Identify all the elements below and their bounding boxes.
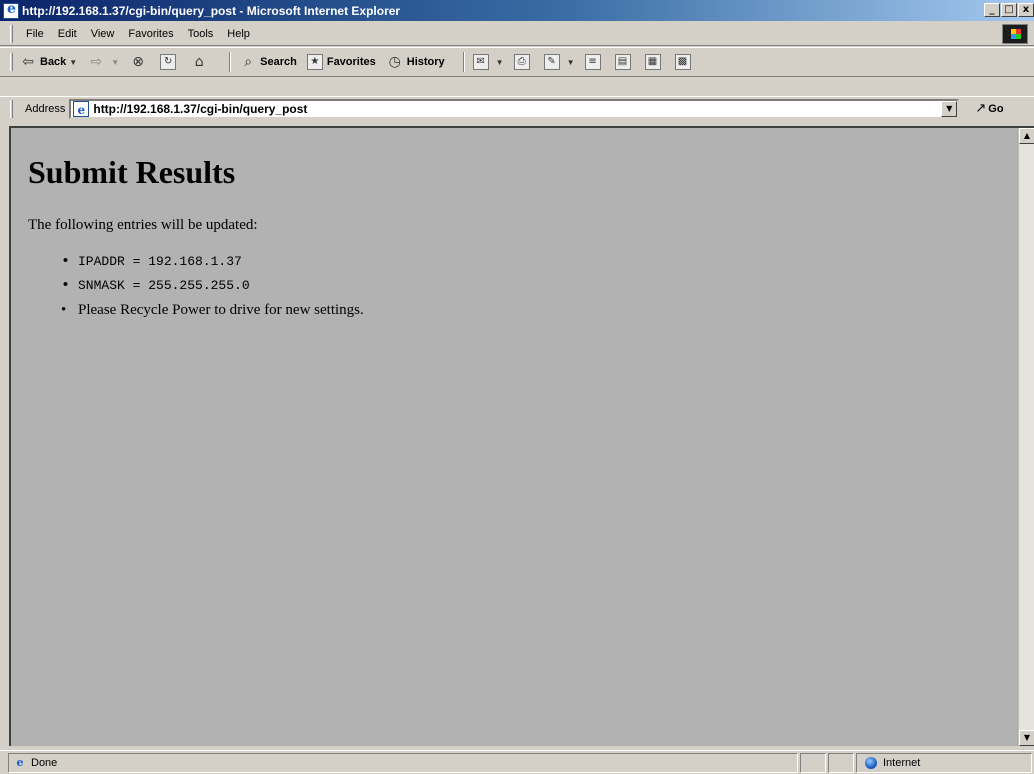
list-item-snmask: SNMASK = 255.255.255.0 (61, 274, 1017, 298)
page-heading: Submit Results (28, 154, 236, 190)
media-icon: ▩ (674, 54, 691, 70)
stop-icon: ⊗ (132, 54, 144, 70)
scroll-up-button[interactable]: ▲ (1019, 128, 1034, 144)
history-button[interactable]: ◷ History (386, 53, 445, 71)
go-label: Go (988, 102, 1004, 115)
window-controls: _ □ x (983, 3, 1034, 17)
media-button[interactable]: ▩ (674, 54, 695, 70)
toolbar-grip[interactable] (10, 53, 13, 71)
menu-view[interactable]: View (84, 26, 122, 42)
windows-logo-icon (1002, 24, 1028, 44)
back-label: Back (40, 56, 67, 68)
messenger-button[interactable]: ▦ (644, 54, 665, 70)
address-url[interactable]: http://192.168.1.37/cgi-bin/query_post (93, 102, 307, 116)
content-frame: Submit Results The following entries wil… (9, 126, 1034, 746)
menu-bar: File Edit View Favorites Tools Help (0, 22, 1034, 46)
status-main-pane: e Done (8, 752, 798, 773)
stop-button[interactable]: ⊗ (129, 53, 150, 71)
print-button[interactable]: ⎙ (513, 54, 534, 70)
address-grip[interactable] (10, 99, 13, 118)
menu-grip[interactable] (10, 24, 13, 43)
ie-page-icon: e (73, 100, 90, 117)
favorites-button[interactable]: ★ Favorites (306, 54, 376, 70)
back-arrow-icon: ⇦ (22, 54, 34, 70)
menu-help[interactable]: Help (220, 26, 257, 42)
refresh-button[interactable]: ↻ (160, 54, 180, 70)
menu-edit[interactable]: Edit (51, 26, 84, 42)
search-label: Search (260, 56, 297, 68)
search-icon: ⌕ (244, 54, 253, 70)
toolbar-separator (229, 52, 232, 72)
vertical-scrollbar[interactable]: ▲ ▼ (1018, 128, 1034, 746)
address-row: Address e http://192.168.1.37/cgi-bin/qu… (0, 96, 1034, 120)
history-icon: ◷ (388, 54, 401, 70)
research-button[interactable]: ▤ (614, 54, 635, 70)
favorites-label: Favorites (326, 56, 376, 68)
refresh-icon: ↻ (160, 54, 177, 70)
web-page: Submit Results The following entries wil… (11, 128, 1017, 746)
entries-list: IPADDR = 192.168.1.37 SNMASK = 255.255.2… (28, 250, 1017, 322)
discuss-button[interactable]: ≡ (584, 54, 605, 70)
forward-dropdown-icon[interactable]: ▼ (111, 58, 119, 67)
address-bar: Address e http://192.168.1.37/cgi-bin/qu… (0, 78, 1034, 126)
title-bar[interactable]: http://192.168.1.37/cgi-bin/query_post -… (0, 0, 1034, 22)
globe-icon (865, 756, 877, 769)
menu-tools[interactable]: Tools (181, 26, 221, 42)
mail-icon: ✉ (472, 54, 489, 70)
forward-arrow-icon: ⇨ (90, 54, 103, 70)
go-arrow-icon: ↗ (975, 101, 987, 116)
address-label: Address (25, 102, 66, 115)
history-label: History (406, 56, 445, 68)
edit-icon: ✎ (543, 54, 560, 70)
mail-dropdown-icon[interactable]: ▼ (496, 58, 504, 67)
status-zone-pane: Internet (856, 752, 1032, 773)
list-item-recycle-note: Please Recycle Power to drive for new se… (61, 298, 1017, 322)
maximize-button[interactable]: □ (1001, 3, 1017, 17)
home-button[interactable]: ⌂ (190, 53, 211, 71)
messenger-icon: ▦ (644, 54, 661, 70)
minimize-button[interactable]: _ (984, 3, 1000, 17)
status-progress-pane (800, 752, 826, 773)
zone-text: Internet (883, 756, 921, 769)
edit-dropdown-icon[interactable]: ▼ (567, 58, 575, 67)
favorites-icon: ★ (306, 54, 323, 70)
discuss-icon: ≡ (584, 54, 601, 70)
standard-toolbar: ⇦ Back ▼ ⇨ ▼ ⊗ ↻ ⌂ ⌕ Search ★ Favorites … (0, 47, 1034, 77)
back-dropdown-icon[interactable]: ▼ (69, 58, 77, 67)
menu-favorites[interactable]: Favorites (121, 26, 180, 42)
research-icon: ▤ (614, 54, 631, 70)
go-button[interactable]: ↗ Go (975, 101, 1003, 116)
list-item-ipaddr: IPADDR = 192.168.1.37 (61, 250, 1017, 274)
window-title: http://192.168.1.37/cgi-bin/query_post -… (22, 3, 401, 18)
back-button[interactable]: ⇦ Back ▼ (19, 53, 77, 71)
ie-page-icon: e (16, 755, 24, 769)
toolbar-separator (462, 52, 465, 72)
edit-button[interactable]: ✎ ▼ (543, 54, 575, 70)
forward-button[interactable]: ⇨ ▼ (87, 53, 119, 71)
ie-page-icon[interactable] (3, 1, 19, 19)
page-intro: The following entries will be updated: (28, 217, 258, 233)
address-input[interactable]: e http://192.168.1.37/cgi-bin/query_post… (69, 98, 960, 119)
menu-file[interactable]: File (19, 26, 51, 42)
close-button[interactable]: x (1018, 3, 1034, 17)
search-button[interactable]: ⌕ Search (239, 53, 297, 71)
scroll-down-button[interactable]: ▼ (1019, 730, 1034, 746)
print-icon: ⎙ (513, 54, 530, 70)
status-bar: e Done Internet (0, 750, 1034, 774)
status-text: Done (31, 756, 58, 769)
status-secure-pane (828, 752, 854, 773)
home-icon: ⌂ (194, 54, 204, 70)
mail-button[interactable]: ✉ ▼ (472, 54, 504, 70)
address-dropdown-icon[interactable]: ▼ (941, 100, 958, 117)
